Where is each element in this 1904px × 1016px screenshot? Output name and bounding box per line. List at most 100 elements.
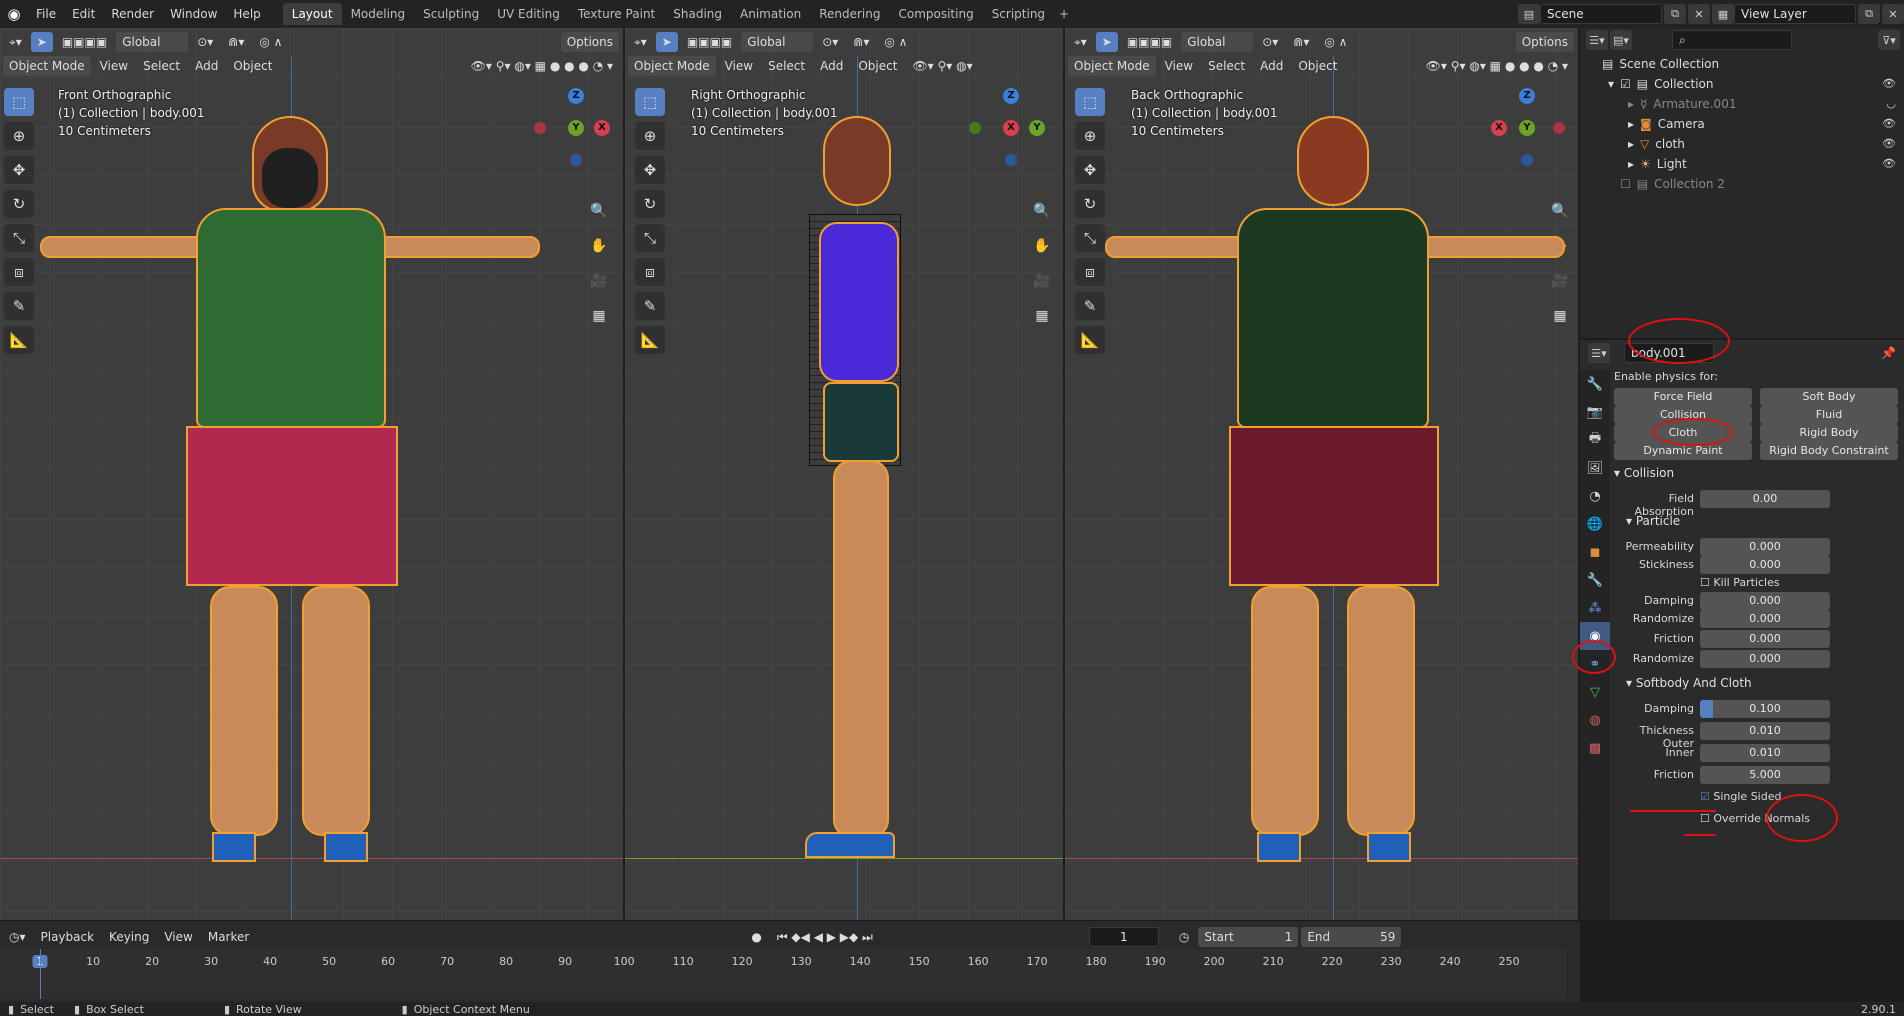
expand-icon[interactable]: ▸ [1628, 134, 1634, 154]
field-absorption-field[interactable]: 0.00 [1700, 490, 1830, 508]
start-frame-field[interactable]: Start 1 [1198, 927, 1299, 947]
friction-randomize-field[interactable]: 0.000 [1700, 650, 1830, 668]
playback-controls-icon[interactable]: ⏮ ◆◀ ◀ ▶ ▶◆ ⏭ [771, 927, 879, 947]
output-tab-icon[interactable]: 🖶 [1580, 426, 1610, 454]
sb-damping-field[interactable]: 0.100 [1700, 700, 1830, 718]
tool-tab-icon[interactable]: 🔧 [1580, 370, 1610, 398]
playhead[interactable] [40, 949, 41, 999]
randomize-field[interactable]: 0.000 [1700, 610, 1830, 628]
z-axis-icon[interactable]: Z [568, 88, 584, 104]
visibility-eye-icon[interactable]: 👁 [1882, 154, 1896, 174]
soft-body-button[interactable]: Soft Body [1760, 388, 1898, 406]
rotate-tool-icon[interactable]: ↻ [4, 190, 34, 218]
editor-type-icon[interactable]: ⌖▾ [1068, 32, 1093, 52]
view-layer-field[interactable]: View Layer [1734, 4, 1856, 24]
clock-icon[interactable]: ◷ [1173, 927, 1195, 947]
scene-icon[interactable]: ▤ [1518, 4, 1540, 24]
outliner-item-collection-2[interactable]: ☐ ▤ Collection 2 [1580, 174, 1904, 194]
move-tool-icon[interactable]: ✥ [635, 156, 665, 184]
annotate-tool-icon[interactable]: ✎ [635, 292, 665, 320]
fluid-button[interactable]: Fluid [1760, 406, 1898, 424]
shading-modes-icon[interactable]: 👁▾ ⚲▾ ◍▾ ▦ ● ● ● ◔ ▾ [465, 56, 619, 76]
pivot-icon[interactable]: ⊙▾ [816, 32, 844, 52]
checkbox-icon[interactable]: ☐ [1620, 174, 1631, 194]
timeline-ruler[interactable]: 1102030405060708090100110120130140150160… [0, 949, 1566, 999]
mode-selector[interactable]: Object Mode [1068, 56, 1156, 76]
scale-tool-icon[interactable]: ⤡ [635, 224, 665, 252]
menu-render[interactable]: Render [103, 3, 162, 25]
z-axis-icon[interactable]: Z [1003, 88, 1019, 104]
z-axis-icon[interactable]: Z [1519, 88, 1535, 104]
neg-z-axis-icon[interactable] [1005, 154, 1017, 166]
transform-tool-icon[interactable]: ⧈ [635, 258, 665, 286]
pivot-icon[interactable]: ⊙▾ [191, 32, 219, 52]
pivot-icon[interactable]: ⊙▾ [1256, 32, 1284, 52]
menu-edit[interactable]: Edit [64, 3, 103, 25]
menu-add[interactable]: Add [1254, 56, 1289, 76]
menu-marker[interactable]: Marker [202, 927, 255, 947]
zoom-icon[interactable]: 🔍 [586, 198, 612, 224]
move-tool-icon[interactable]: ✥ [4, 156, 34, 184]
force-field-button[interactable]: Force Field [1614, 388, 1752, 406]
rotate-tool-icon[interactable]: ↻ [635, 190, 665, 218]
outliner-item-collection[interactable]: ▾ ☑ ▤ Collection 👁 [1580, 74, 1904, 94]
tab-compositing[interactable]: Compositing [889, 3, 982, 25]
snap-icon[interactable]: ⋒▾ [1287, 32, 1315, 52]
annotate-tool-icon[interactable]: ✎ [4, 292, 34, 320]
render-tab-icon[interactable]: 📷 [1580, 398, 1610, 426]
transform-tool-icon[interactable]: ⧈ [4, 258, 34, 286]
tab-shading[interactable]: Shading [664, 3, 731, 25]
filter-icon[interactable]: ⊽▾ [1878, 30, 1900, 50]
viewport-front[interactable]: ⌖▾ ➤ ▣▣▣▣ Global ⊙▾ ⋒▾ ◎ ∧ Options Objec… [0, 28, 623, 920]
blender-logo-icon[interactable]: ◉ [0, 0, 28, 28]
expand-icon[interactable]: ▸ [1628, 154, 1634, 174]
neg-z-axis-icon[interactable] [570, 154, 582, 166]
view-layer-icon[interactable]: ▦ [1712, 4, 1734, 24]
permeability-field[interactable]: 0.000 [1700, 538, 1830, 556]
menu-help[interactable]: Help [225, 3, 268, 25]
tab-sculpting[interactable]: Sculpting [414, 3, 488, 25]
y-axis-icon[interactable]: Y [568, 120, 584, 136]
selection-modes-icon[interactable]: ▣▣▣▣ [56, 32, 113, 52]
timeline-editor-icon[interactable]: ◷▾ [3, 927, 32, 947]
tab-modeling[interactable]: Modeling [342, 3, 415, 25]
menu-file[interactable]: File [28, 3, 64, 25]
display-mode-icon[interactable]: ▤▾ [1610, 30, 1632, 50]
remove-scene-icon[interactable]: ✕ [1688, 4, 1710, 24]
camera-view-icon[interactable]: 🎥 [586, 268, 612, 294]
scale-tool-icon[interactable]: ⤡ [1075, 224, 1105, 252]
checkbox-icon[interactable]: ☑ [1620, 74, 1631, 94]
rigid-body-constraint-button[interactable]: Rigid Body Constraint [1760, 442, 1898, 460]
y-axis-icon[interactable]: Y [1029, 120, 1045, 136]
menu-object[interactable]: Object [227, 56, 278, 76]
selection-modes-icon[interactable]: ▣▣▣▣ [681, 32, 738, 52]
menu-select[interactable]: Select [137, 56, 186, 76]
expand-icon[interactable]: ▸ [1628, 114, 1634, 134]
tab-texture-paint[interactable]: Texture Paint [569, 3, 664, 25]
visibility-eye-icon[interactable]: 👁 [1882, 74, 1896, 94]
menu-window[interactable]: Window [162, 3, 225, 25]
select-mode-icon[interactable]: ➤ [655, 32, 678, 52]
menu-object[interactable]: Object [852, 56, 903, 76]
proportional-edit-icon[interactable]: ◎ ∧ [1318, 32, 1353, 52]
data-tab-icon[interactable]: ▽ [1580, 678, 1610, 706]
cursor-tool-icon[interactable]: ⊕ [1075, 122, 1105, 150]
visibility-eye-icon[interactable]: 👁 [1882, 134, 1896, 154]
pan-icon[interactable]: ✋ [586, 233, 612, 259]
expand-icon[interactable]: ▾ [1608, 74, 1614, 94]
menu-add[interactable]: Add [189, 56, 224, 76]
shading-modes-icon[interactable]: 👁▾ ⚲▾ ◍▾ ▦ ● ● ● ◔ ▾ [1420, 56, 1574, 76]
navigation-gizmo[interactable]: Z X Y [967, 86, 1057, 166]
thickness-outer-field[interactable]: 0.010 [1700, 722, 1830, 740]
mode-selector[interactable]: Object Mode [3, 56, 91, 76]
cursor-tool-icon[interactable]: ⊕ [635, 122, 665, 150]
menu-view[interactable]: View [1159, 56, 1199, 76]
particles-tab-icon[interactable]: ⁂ [1580, 594, 1610, 622]
x-axis-icon[interactable]: X [594, 120, 610, 136]
pan-icon[interactable]: ✋ [1029, 233, 1055, 259]
record-icon[interactable]: ● [745, 927, 767, 947]
measure-tool-icon[interactable]: 📐 [4, 326, 34, 354]
menu-view[interactable]: View [719, 56, 759, 76]
ortho-toggle-icon[interactable]: ▦ [1029, 303, 1055, 329]
snap-icon[interactable]: ⋒▾ [847, 32, 875, 52]
